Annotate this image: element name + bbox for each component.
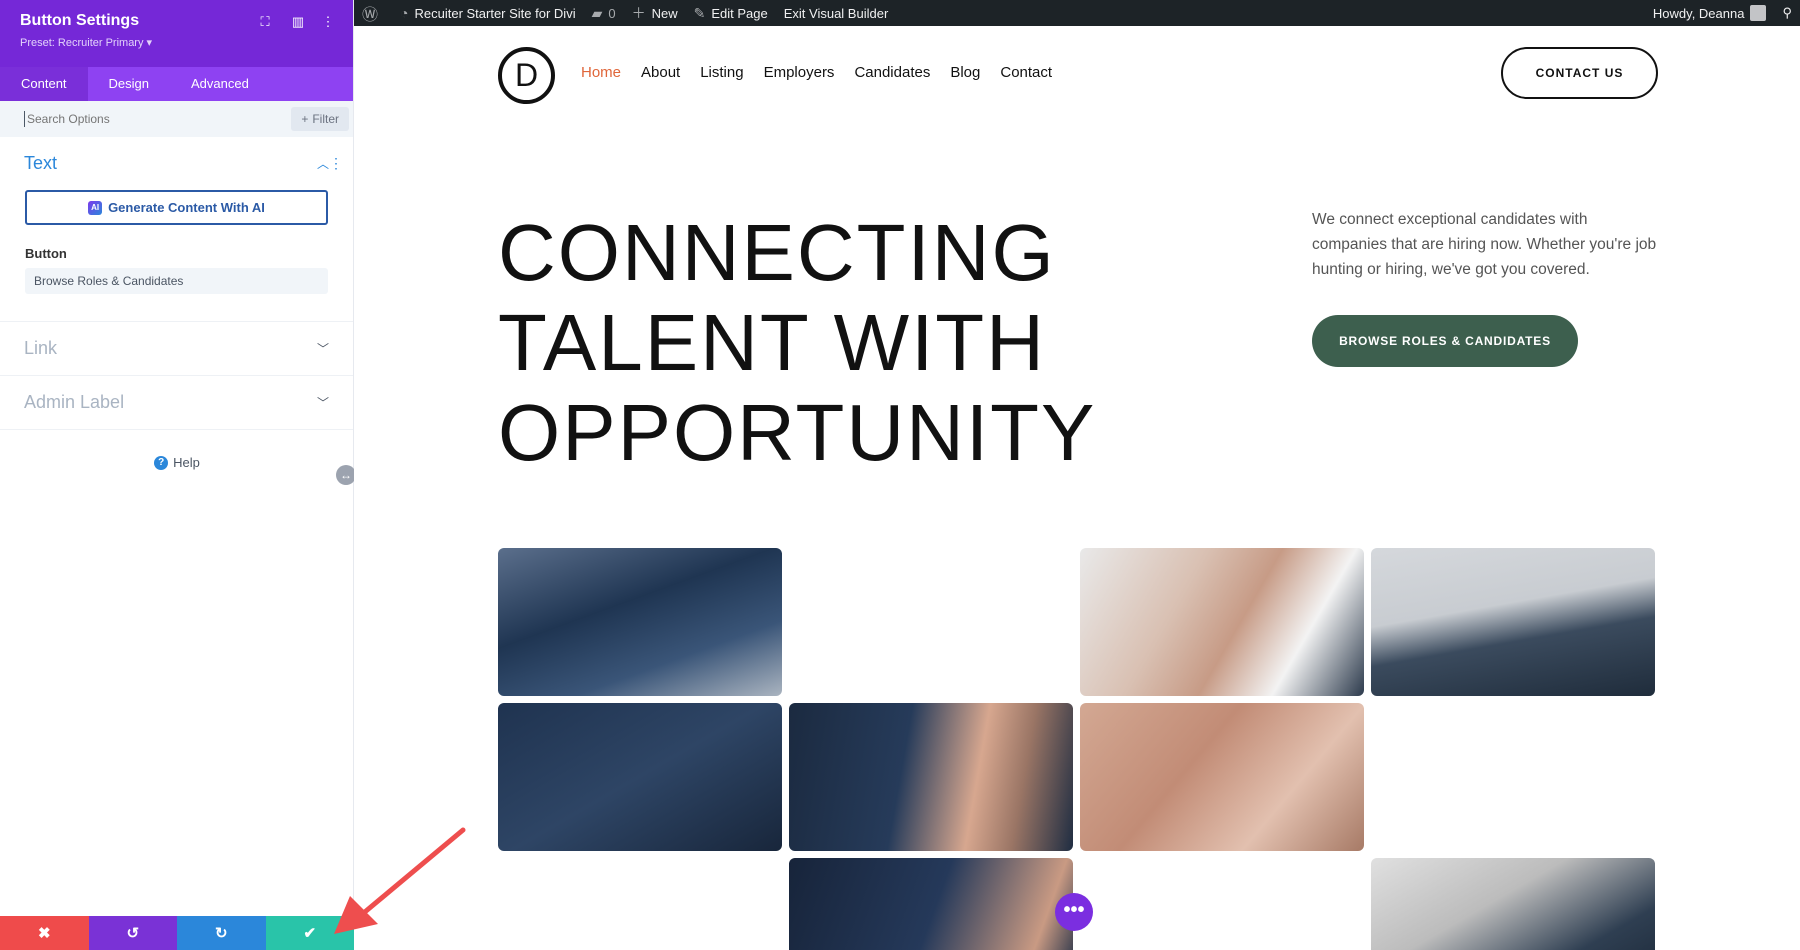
contact-us-button[interactable]: CONTACT US [1501,47,1658,99]
main-nav: Home About Listing Employers Candidates … [581,64,1052,81]
photo-wristwatch [789,703,1073,851]
new-content-link[interactable]: ＋ New [624,0,686,26]
hero-line: TALENT WITH [498,298,1046,387]
nav-item-candidates[interactable]: Candidates [854,64,930,81]
search-row: + Filter [0,101,353,137]
close-icon: ✖ [37,925,51,942]
wp-admin-bar: Ⓦ ◔ Recuiter Starter Site for Divi ▰ 0 ＋ Ne… [354,0,1800,26]
pencil-icon: ✎ [693,4,706,21]
dashboard-icon: ◔ [400,5,409,21]
panel-title: Button Settings [20,12,140,29]
site-name: Recuiter Starter Site for Divi [414,5,576,21]
help-icon: ? [154,455,169,470]
undo-icon: ↺ [126,925,140,942]
nav-item-contact[interactable]: Contact [1000,64,1052,81]
search-options-input[interactable] [24,111,292,127]
link-section-title: Link [24,338,58,358]
filter-label: Filter [312,112,339,126]
tab-design[interactable]: Design [88,67,170,101]
discard-button[interactable]: ✖ [0,916,89,950]
hero-description: We connect exceptional candidates with c… [1312,211,1657,278]
nav-item-employers[interactable]: Employers [764,64,835,81]
comments-count: 0 [608,5,616,21]
search-icon: ⚲ [1782,5,1792,20]
tab-content[interactable]: Content [0,67,88,101]
panel-header: Button Settings Preset: Recruiter Primar… [0,0,353,67]
wordpress-logo[interactable]: Ⓦ [354,0,392,26]
search-link[interactable]: ⚲ [1774,0,1800,26]
chevron-down-icon: ﹀ [316,342,329,356]
photo-suit-fabric [498,548,782,696]
edit-page-link[interactable]: ✎ Edit Page [686,0,776,26]
link-section: Link ﹀ [0,322,353,376]
admin-label-section-toggle[interactable]: Admin Label ﹀ [0,376,353,429]
new-label: New [651,5,678,21]
tab-advanced[interactable]: Advanced [170,67,270,101]
avatar [1750,5,1767,21]
button-field-label: Button [25,246,67,261]
button-text-input[interactable]: Browse Roles & Candidates [25,268,328,294]
photo-hand-watch [789,858,1073,950]
photo-suit-sleeve [1371,548,1655,696]
edit-page-label: Edit Page [711,5,768,21]
panel-footer: ✖ ↺ ↻ ✔ [0,916,354,950]
save-button[interactable]: ✔ [265,916,354,950]
help-label: Help [173,455,200,470]
settings-panel: Button Settings Preset: Recruiter Primar… [0,0,354,950]
photo-desk [1371,858,1655,950]
admin-label-section-title: Admin Label [24,392,125,412]
more-actions-button[interactable]: ••• [1055,893,1093,931]
nav-item-about[interactable]: About [641,64,680,81]
admin-label-section: Admin Label ﹀ [0,376,353,430]
hero-line: CONNECTING [498,208,1056,297]
nav-item-listing[interactable]: Listing [700,64,743,81]
exit-visual-builder-link[interactable]: Exit Visual Builder [776,0,897,26]
comments-link[interactable]: ▰ 0 [584,0,624,26]
sidebar-layout-icon[interactable]: ▥ [289,13,307,31]
checkmark-icon: ✔ [303,925,317,942]
text-section-toggle[interactable]: Text ︿ ⋮ [0,137,353,190]
site-canvas: D Home About Listing Employers Candidate… [354,26,1800,950]
chevron-up-icon: ︿ [316,157,329,171]
photo-handshake-closeup [1080,703,1364,851]
link-section-toggle[interactable]: Link ﹀ [0,322,353,375]
plus-icon: ＋ [631,5,646,21]
photo-handshake [1080,548,1364,696]
panel-tabs: Content Design Advanced [0,67,353,101]
more-options-icon[interactable]: ⋮ [319,13,337,31]
generate-ai-content-button[interactable]: AI Generate Content With AI [25,190,328,225]
help-link[interactable]: ? Help [0,455,354,470]
wordpress-icon: Ⓦ [362,7,379,24]
site-logo[interactable]: D [498,47,555,104]
browse-roles-button[interactable]: BROWSE ROLES & CANDIDATES [1312,315,1578,367]
chevron-down-icon: ﹀ [316,396,329,410]
admin-bar-right: Howdy, Deanna ⚲ [1645,0,1800,26]
preset-selector[interactable]: Preset: Recruiter Primary ▾ [20,36,333,49]
redo-button[interactable]: ↻ [177,916,266,950]
ai-button-label: Generate Content With AI [108,200,265,215]
comment-icon: ▰ [591,4,603,21]
hero-heading: CONNECTING TALENT WITH OPPORTUNITY [498,208,1096,478]
text-section-title: Text [24,153,58,173]
user-account-menu[interactable]: Howdy, Deanna [1645,0,1775,26]
undo-button[interactable]: ↺ [88,916,177,950]
site-name-link[interactable]: ◔ Recuiter Starter Site for Divi [392,0,584,26]
filter-button[interactable]: + Filter [291,107,349,131]
nav-item-blog[interactable]: Blog [950,64,980,81]
plus-icon: + [301,112,309,126]
howdy-label: Howdy, Deanna [1652,5,1745,21]
panel-resize-handle[interactable]: ↔ [336,465,356,485]
ai-icon: AI [88,200,103,215]
redo-icon: ↻ [214,925,228,942]
fullscreen-icon[interactable]: ⛶ [256,13,274,31]
hero-line: OPPORTUNITY [498,388,1097,477]
photo-suit-closeup [498,703,782,851]
nav-item-home[interactable]: Home [581,64,621,81]
section-menu-icon[interactable]: ⋮ [329,155,343,172]
text-section: Text ︿ ⋮ AI Generate Content With AI But… [0,137,353,322]
